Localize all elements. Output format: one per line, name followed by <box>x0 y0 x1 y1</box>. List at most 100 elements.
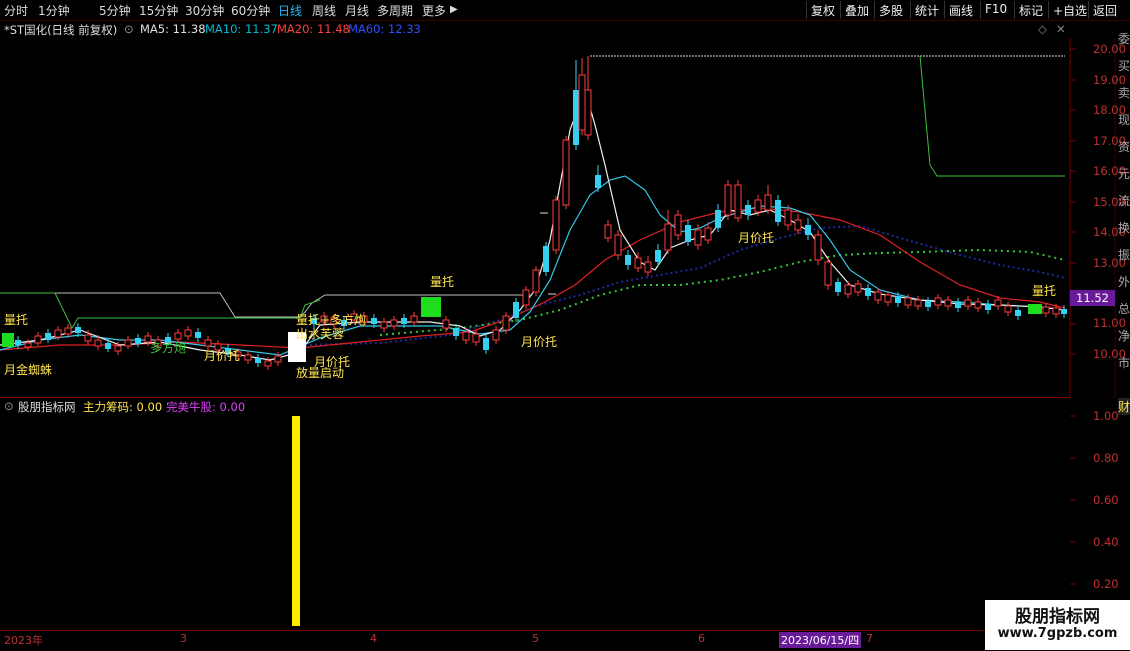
tab-daily[interactable]: 日线 <box>278 2 302 19</box>
tab-multi-period[interactable]: 多周期 <box>377 2 413 19</box>
indicator-axis-label: 0.40 <box>1093 535 1119 549</box>
time-label: 5 <box>532 632 539 645</box>
candle-body <box>614 234 622 256</box>
candle-body <box>775 200 781 222</box>
candle-body <box>925 301 931 307</box>
candle-body <box>724 184 732 216</box>
candle-body <box>442 319 450 329</box>
ma60-value: MA60: 12.33 <box>348 22 421 36</box>
candle-body <box>734 184 742 219</box>
candle-body <box>694 229 702 246</box>
side-char: 总 <box>1118 302 1130 316</box>
tongji-button[interactable]: 统计 <box>910 1 943 19</box>
candle-body <box>483 338 489 350</box>
candle-body <box>204 339 212 347</box>
indicator-chart[interactable] <box>0 398 1130 630</box>
add-watchlist-button[interactable]: +自选 <box>1048 1 1091 19</box>
candle-body <box>578 74 586 131</box>
tab-weekly[interactable]: 周线 <box>312 2 336 19</box>
f10-button[interactable]: F10 <box>980 1 1011 19</box>
candle-body <box>274 355 282 363</box>
green-step-line-right <box>919 55 1065 177</box>
duogu-button[interactable]: 多股 <box>874 1 907 19</box>
candle-body <box>462 331 470 341</box>
candle-body <box>380 321 388 329</box>
candle-body <box>1004 305 1012 313</box>
tab-monthly[interactable]: 月线 <box>345 2 369 19</box>
candle-body <box>944 299 952 307</box>
annotation-yue-jiatuo: 月价托 <box>204 349 241 363</box>
candle-body <box>124 339 132 347</box>
candle-body <box>764 194 772 211</box>
fuquan-button[interactable]: 复权 <box>806 1 839 19</box>
candle-body <box>674 214 682 236</box>
candle-body <box>34 335 42 344</box>
candle-body <box>513 302 519 318</box>
diejia-button[interactable]: 叠加 <box>840 1 873 19</box>
candle-body <box>552 199 560 251</box>
watermark-title: 股朋指标网 <box>1015 607 1100 627</box>
candle-body <box>114 345 122 352</box>
settings-circle-icon[interactable]: ⊙ <box>124 22 134 36</box>
side-char: 资 <box>1118 140 1130 154</box>
tab-5min[interactable]: 5分钟 <box>99 2 131 19</box>
candle-body <box>994 299 1002 307</box>
time-axis: 2023年 3 4 5 6 7 2023/06/15/四 <box>0 630 1130 651</box>
candle-body <box>704 227 712 241</box>
candle-body <box>1015 310 1021 316</box>
huaxian-button[interactable]: 画线 <box>944 1 977 19</box>
candle-body <box>955 302 961 308</box>
candle-body <box>644 261 652 273</box>
candle-body <box>24 342 32 348</box>
current-price-tag: 11.52 <box>1070 290 1115 306</box>
diamond-icon[interactable]: ◇ <box>1038 22 1047 36</box>
candle-body <box>655 250 661 262</box>
candle-body <box>974 301 982 309</box>
tab-1min[interactable]: 1分钟 <box>38 2 70 19</box>
support-line-left <box>0 292 530 318</box>
annotation-liangtuo: 量托 <box>430 275 455 289</box>
liangtuo-block <box>421 297 441 317</box>
time-label: 3 <box>180 632 187 645</box>
candle-body <box>584 89 592 136</box>
tab-30min[interactable]: 30分钟 <box>185 2 224 19</box>
tab-more[interactable]: 更多 <box>422 2 446 19</box>
ma-infobar: *ST国化(日线 前复权) ⊙ MA5: 11.38 MA10: 11.37 M… <box>0 20 1070 38</box>
candle-body <box>835 282 841 292</box>
candle-body <box>45 333 51 340</box>
close-icon[interactable]: ✕ <box>1056 22 1066 36</box>
candle-body <box>543 246 549 272</box>
side-char: 买 <box>1118 59 1130 73</box>
side-char: 元 <box>1118 167 1130 181</box>
candle-body <box>105 343 111 349</box>
side-char: 市 <box>1118 356 1130 370</box>
ma20-value: MA20: 11.48 <box>277 22 350 36</box>
annotation-duofang: 多方炮 <box>150 341 187 355</box>
candle-body <box>532 269 540 293</box>
indicator-axis-label: 1.00 <box>1093 409 1119 423</box>
annotation-yue-jiatuo: 月价托 <box>738 231 775 245</box>
candle-body <box>264 360 272 367</box>
tab-60min[interactable]: 60分钟 <box>231 2 270 19</box>
candle-body <box>184 329 192 337</box>
back-button[interactable]: 返回 <box>1088 1 1121 19</box>
stock-title: *ST国化(日线 前复权) <box>4 23 118 37</box>
candle-body <box>745 205 751 215</box>
candle-body <box>865 288 871 296</box>
ma60-line <box>299 224 1066 346</box>
candle-body <box>805 225 811 235</box>
candle-body <box>715 210 721 228</box>
candle-body <box>135 338 141 344</box>
side-char: 财 <box>1118 398 1130 415</box>
tab-fenshi[interactable]: 分时 <box>4 2 28 19</box>
more-arrow-icon[interactable]: ▶ <box>450 4 458 15</box>
candle-body <box>573 90 579 145</box>
time-label: 6 <box>698 632 705 645</box>
biaoji-button[interactable]: 标记 <box>1014 1 1047 19</box>
liangtuo-block-right <box>1028 304 1042 314</box>
candle-body <box>75 327 81 333</box>
candle-body <box>255 358 261 363</box>
candle-body <box>814 234 822 261</box>
tab-15min[interactable]: 15分钟 <box>139 2 178 19</box>
time-label: 2023年 <box>4 634 43 647</box>
